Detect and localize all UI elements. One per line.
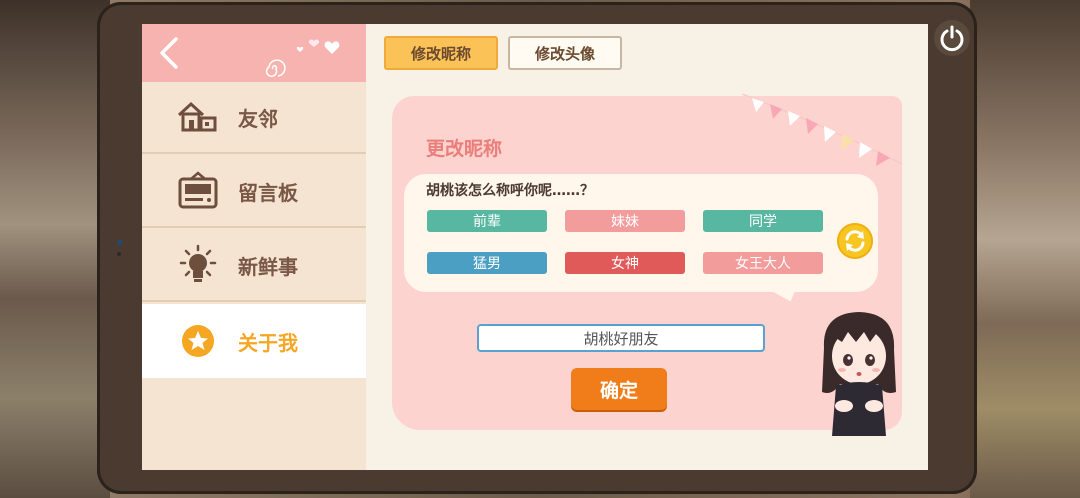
sidebar-item-friends[interactable]: 友邻	[142, 82, 366, 154]
sidebar: 友邻 留言板 新鲜事 关于我	[142, 24, 366, 470]
panel-title: 更改昵称	[426, 138, 503, 160]
nickname-question: 胡桃该怎么称呼你呢……？	[426, 183, 594, 199]
lightbulb-icon	[176, 243, 220, 287]
bunting-decoration	[742, 94, 903, 166]
character-illustration	[822, 312, 896, 436]
swirl-icon	[265, 59, 286, 78]
star-icon	[176, 319, 220, 363]
confirm-button[interactable]: 确定	[571, 368, 667, 410]
sidebar-item-label: 新鲜事	[238, 254, 298, 279]
chevron-left-icon	[160, 37, 178, 69]
nickname-option[interactable]: 前辈	[427, 210, 547, 232]
power-icon	[940, 25, 964, 52]
message-board-icon	[176, 169, 220, 213]
nickname-option[interactable]: 同学	[703, 210, 823, 232]
sidebar-item-label: 友邻	[238, 106, 278, 131]
nickname-input[interactable]	[477, 324, 765, 352]
power-button[interactable]	[934, 20, 970, 56]
nickname-option[interactable]: 妹妹	[565, 210, 685, 232]
background-right	[970, 0, 1080, 498]
sidebar-item-label: 留言板	[238, 180, 298, 205]
background-left	[0, 0, 110, 498]
sidebar-item-about-me[interactable]: 关于我	[142, 304, 366, 378]
tab-change-nickname[interactable]: 修改昵称	[384, 36, 498, 70]
nickname-option[interactable]: 女神	[565, 252, 685, 274]
refresh-icon	[845, 230, 865, 252]
back-button[interactable]	[152, 32, 186, 74]
hearts-decoration	[296, 39, 340, 54]
sidebar-item-message-board[interactable]: 留言板	[142, 156, 366, 228]
sidebar-item-news[interactable]: 新鲜事	[142, 230, 366, 302]
house-icon	[176, 95, 220, 139]
tab-change-avatar[interactable]: 修改头像	[508, 36, 622, 70]
tablet-screen: 友邻 留言板 新鲜事 关于我 修改昵称 修改头像 更改昵称 胡桃该怎么称呼你呢……	[142, 24, 928, 470]
sidebar-item-label: 关于我	[238, 330, 298, 355]
nickname-option[interactable]: 猛男	[427, 252, 547, 274]
nickname-option[interactable]: 女王大人	[703, 252, 823, 274]
refresh-button[interactable]	[837, 223, 873, 259]
sensor-dot	[117, 252, 121, 256]
camera-dot	[117, 240, 122, 245]
sidebar-header	[142, 24, 366, 82]
